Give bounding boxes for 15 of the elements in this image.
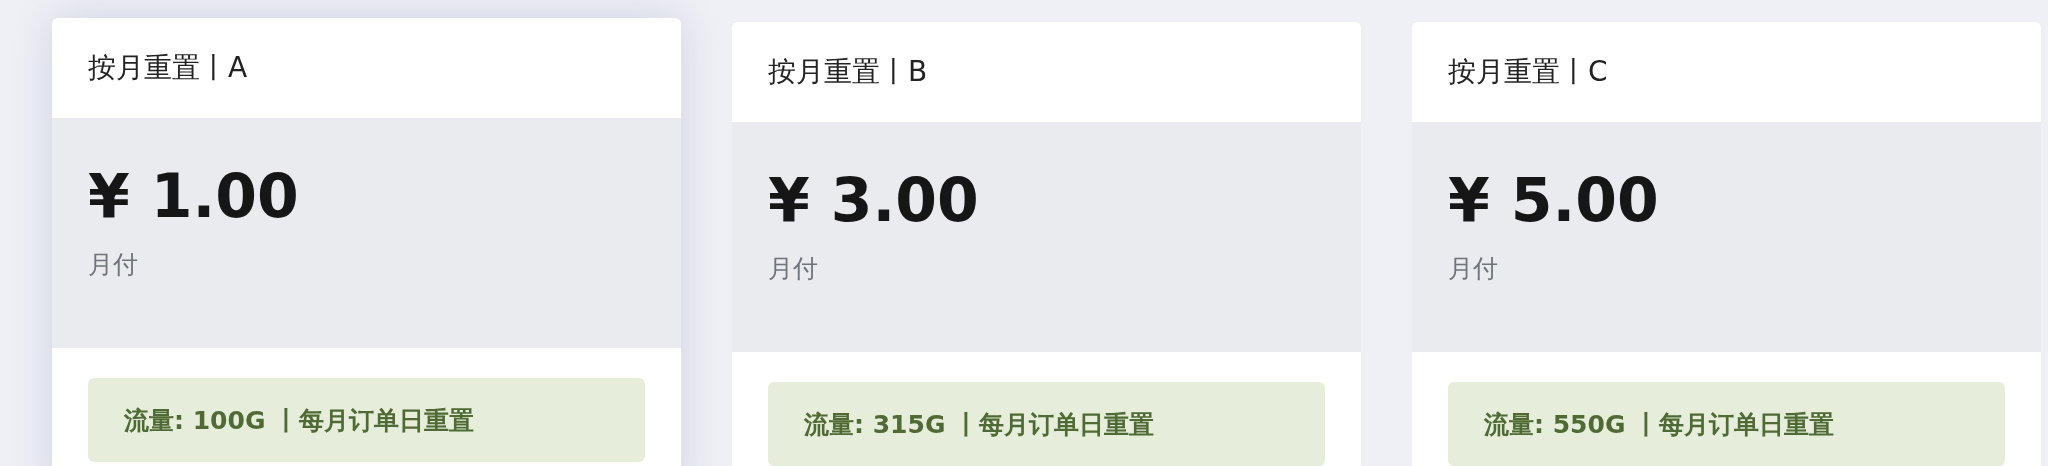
feature-tag: 流量: 315G 丨每月订单日重置 [768,382,1325,466]
plan-title: 按月重置丨B [767,54,929,90]
plan-card[interactable]: 按月重置丨C ¥ 5.00 月付 流量: 550G 丨每月订单日重置 [1412,22,2041,466]
price: ¥ 1.00 [88,160,300,232]
plan-title: 按月重置丨A [87,50,249,86]
billing-period: 月付 [88,249,139,281]
plan-card[interactable]: 按月重置丨A ¥ 1.00 月付 流量: 100G 丨每月订单日重置 [52,18,681,466]
billing-period: 月付 [1448,253,1499,285]
price: ¥ 5.00 [1448,164,1660,236]
price: ¥ 3.00 [768,164,980,236]
plan-card[interactable]: 按月重置丨B ¥ 3.00 月付 流量: 315G 丨每月订单日重置 [732,22,1361,466]
feature-tag: 流量: 100G 丨每月订单日重置 [88,378,645,462]
feature-tag: 流量: 550G 丨每月订单日重置 [1448,382,2005,466]
billing-period: 月付 [768,253,819,285]
plan-title: 按月重置丨C [1447,54,1609,90]
